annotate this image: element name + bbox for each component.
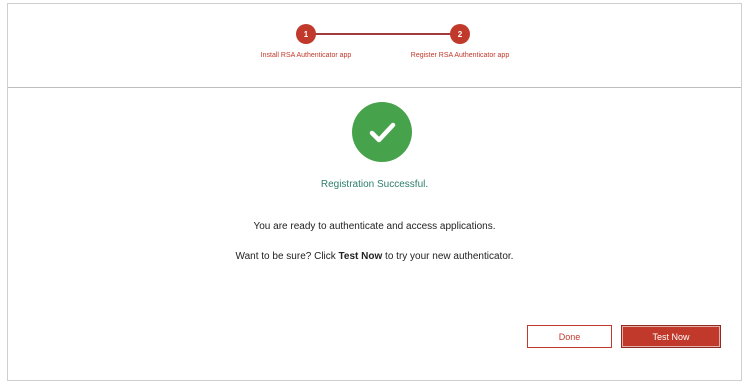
dialog-frame: 1 2 Install RSA Authenticator app Regist… (7, 3, 742, 381)
registration-success-title: Registration Successful. (320, 179, 429, 190)
done-button[interactable]: Done (527, 325, 612, 348)
step-1-label: Install RSA Authenticator app (260, 52, 352, 59)
check-circle-icon (352, 102, 412, 162)
step-1-circle: 1 (296, 24, 316, 44)
stepper-connector (315, 33, 465, 35)
test-now-button[interactable]: Test Now (621, 325, 721, 348)
test-hint-bold: Test Now (338, 251, 383, 262)
test-now-hint: Want to be sure? Click Test Now to try y… (8, 251, 741, 262)
test-hint-suffix: to try your new authenticator. (382, 251, 514, 262)
test-hint-prefix: Want to be sure? Click (235, 251, 339, 262)
step-2-circle: 2 (450, 24, 470, 44)
ready-message: You are ready to authenticate and access… (253, 221, 496, 232)
step-2-label: Register RSA Authenticator app (410, 52, 510, 59)
stepper: 1 2 Install RSA Authenticator app Regist… (8, 4, 741, 88)
